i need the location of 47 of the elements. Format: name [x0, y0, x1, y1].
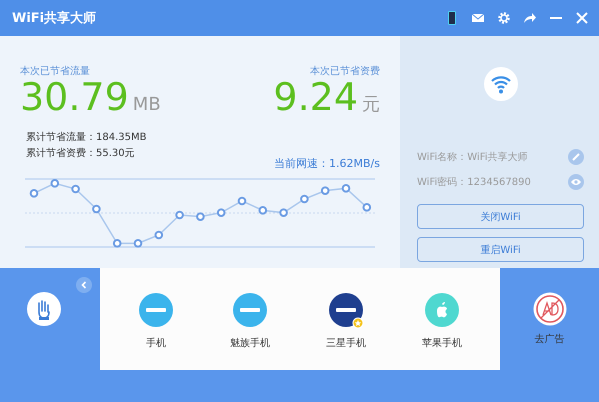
graph-point — [238, 196, 246, 206]
graph-point — [258, 206, 268, 215]
savings-value: 9.24 — [273, 78, 358, 116]
graph-point — [30, 189, 38, 198]
network-speed: 当前网速：1.62MB/s — [274, 156, 380, 171]
mail-icon[interactable] — [471, 11, 485, 25]
device-label[interactable]: 魅族手机 — [230, 336, 270, 350]
apple-logo-icon[interactable] — [424, 292, 460, 328]
no-ads-icon[interactable] — [532, 292, 566, 326]
wifi-name: WiFi名称：WiFi共享大师 — [417, 150, 528, 164]
graph-point — [112, 239, 122, 248]
close-icon[interactable] — [575, 11, 589, 25]
share-icon[interactable] — [523, 11, 537, 25]
total-savings-text: 累计节省流量：184.35MB — [26, 130, 148, 145]
graph-point — [92, 204, 101, 214]
eye-icon[interactable] — [568, 174, 584, 190]
collapse-icon[interactable] — [76, 277, 92, 293]
savings-label: 本次已节省资费 — [310, 64, 380, 78]
remove-ads-label[interactable]: 去广告 — [534, 332, 564, 346]
window-title: WiFi共享大师 — [12, 10, 98, 27]
graph-point — [362, 203, 372, 212]
graph-point — [50, 179, 60, 188]
phone-brand-icon[interactable] — [328, 292, 364, 328]
phone-icon[interactable] — [445, 11, 459, 25]
graph-point — [196, 212, 205, 221]
graph-point — [154, 230, 164, 240]
graph-point — [71, 184, 80, 194]
graph-point — [134, 239, 142, 248]
graph-point — [300, 194, 309, 204]
total-savings-text: 累计节省资费：55.30元 — [26, 146, 136, 161]
graph-point — [175, 210, 184, 220]
edit-icon[interactable] — [568, 148, 584, 164]
savings-label: 本次已节省流量 — [20, 64, 90, 78]
graph-point — [279, 208, 288, 217]
graph-point — [320, 186, 330, 195]
device-label[interactable]: 三星手机 — [326, 336, 366, 350]
device-label[interactable]: 手机 — [146, 336, 166, 350]
settings-icon[interactable] — [497, 11, 511, 25]
wifi-password: WiFi密码：1234567890 — [417, 176, 531, 188]
device-label[interactable]: 苹果手机 — [422, 336, 462, 350]
savings-unit: MB — [132, 93, 161, 117]
savings-unit: 元 — [362, 93, 380, 117]
hand-icon[interactable] — [27, 292, 61, 326]
graph-point — [342, 184, 350, 193]
graph-point — [216, 208, 226, 217]
savings-value: 30.79 — [20, 78, 129, 116]
wifi-icon[interactable] — [482, 66, 518, 102]
